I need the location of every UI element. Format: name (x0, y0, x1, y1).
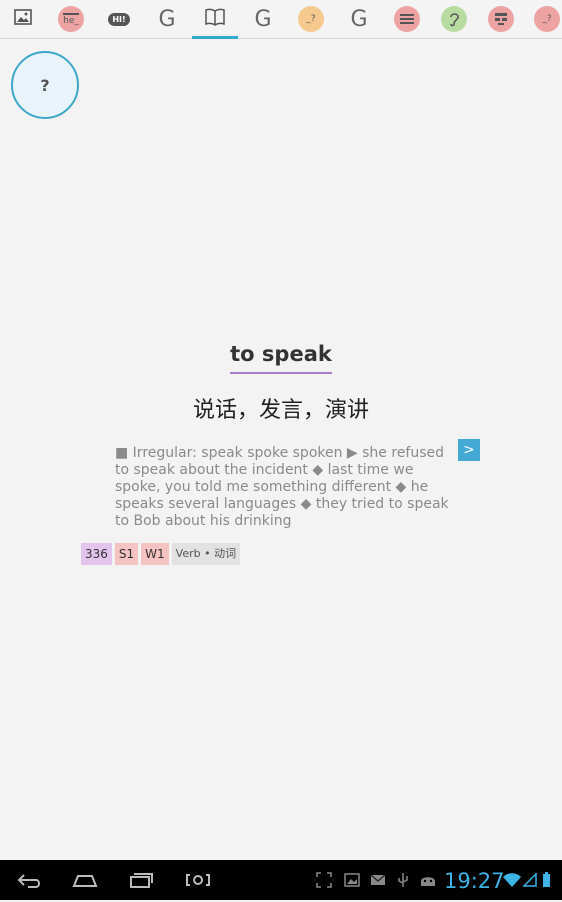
ear-tab[interactable] (431, 0, 477, 38)
recent-apps-icon[interactable] (124, 860, 158, 900)
back-icon[interactable] (12, 860, 46, 900)
usb-icon (394, 860, 412, 900)
image-icon (14, 9, 32, 29)
google-tab-3[interactable]: G (336, 0, 382, 38)
definition-text: ■ Irregular: speak spoke spoken ▶ she re… (115, 445, 449, 529)
translation: 说话，发言，演讲 (192, 398, 369, 423)
text-lines-icon (394, 6, 420, 32)
system-navigation-bar: 19:27 (0, 860, 562, 900)
ear-icon (441, 6, 467, 32)
fill-blank-he-icon: he_ (58, 6, 84, 32)
frequency-badge: 336 (81, 543, 112, 565)
google-g-icon: G (254, 6, 272, 32)
top-tab-bar: he_ HI! G G _? G _? (0, 0, 562, 39)
help-label: ? (40, 75, 50, 95)
gallery-notification-icon (342, 860, 362, 900)
book-icon (205, 8, 225, 30)
part-of-speech-badge: Verb • 动词 (171, 543, 241, 565)
chevron-right-icon: > (463, 442, 475, 458)
google-tab-1[interactable]: G (144, 0, 190, 38)
grid-tab[interactable] (478, 0, 524, 38)
screenshot-icon[interactable] (182, 860, 214, 900)
written-badge: W1 (141, 543, 169, 565)
clock: 19:27 (444, 869, 505, 893)
fill-blank-quiz-icon: _? (534, 6, 560, 32)
headword: to speak (0, 342, 562, 374)
home-icon[interactable] (68, 860, 102, 900)
signal-icon (522, 860, 538, 900)
google-g-icon: G (158, 6, 176, 32)
grid-blocks-icon (488, 6, 514, 32)
mail-notification-icon (368, 860, 388, 900)
fill-blank-quiz-icon: _? (298, 6, 324, 32)
google-g-icon: G (350, 6, 368, 32)
image-tab[interactable] (0, 0, 46, 38)
spoken-badge: S1 (114, 543, 139, 565)
he-tab[interactable]: he_ (48, 0, 94, 38)
hi-tab[interactable]: HI! (96, 0, 142, 38)
speech-bubble-hi-icon: HI! (108, 12, 130, 26)
book-tab[interactable] (192, 0, 238, 39)
tag-row: 336 S1 W1 Verb • 动词 (81, 543, 241, 565)
wifi-icon (502, 860, 522, 900)
help-button[interactable]: ? (11, 51, 79, 119)
headword-text: to speak (230, 342, 332, 374)
next-entry-button[interactable]: > (458, 439, 480, 461)
quiz-tab-red[interactable]: _? (524, 0, 562, 38)
quiz-tab-orange[interactable]: _? (288, 0, 334, 38)
google-tab-2[interactable]: G (240, 0, 286, 38)
fullscreen-icon (314, 860, 334, 900)
lines-tab[interactable] (384, 0, 430, 38)
battery-icon (540, 860, 552, 900)
android-debug-icon (418, 860, 438, 900)
